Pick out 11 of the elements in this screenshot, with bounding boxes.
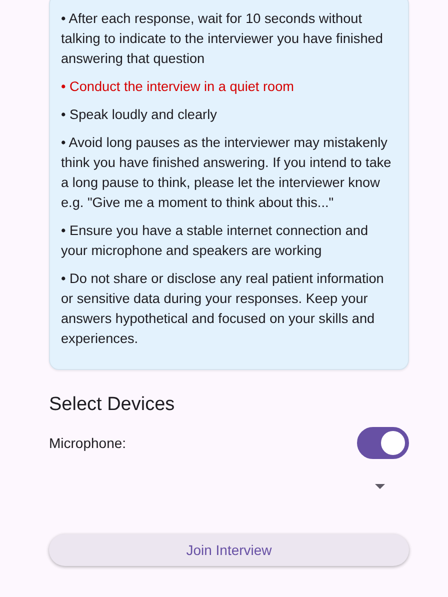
dropdown-caret-icon[interactable] xyxy=(375,484,385,489)
instruction-text: • After each response, wait for 10 seconds without talking to indicate to the interviewer you have finished answering that question xyxy=(61,10,384,68)
microphone-label: Microphone: xyxy=(49,435,126,451)
instruction-text: • Do not share or disclose any real patient information or sensitive data during your responses. Keep your answers hypothetical and focused on your skills and experiences. xyxy=(61,270,385,348)
instruction-text: • Ensure you have a stable internet connection and your microphone and speakers are working xyxy=(61,222,370,260)
microphone-toggle[interactable] xyxy=(357,427,409,459)
section-heading: Select Devices xyxy=(49,393,176,417)
instruction-text: • Avoid long pauses as the interviewer may mistakenly think you have finished answering. If you intend to take a long pause to think, please let the interviewer know e.g. "Give me a moment to think about this..." xyxy=(61,134,392,212)
join-interview-button[interactable]: Join Interview xyxy=(49,534,409,566)
warning-text: • Conduct the interview in a quiet room xyxy=(61,78,295,96)
instruction-text: • Speak loudly and clearly xyxy=(61,106,218,124)
